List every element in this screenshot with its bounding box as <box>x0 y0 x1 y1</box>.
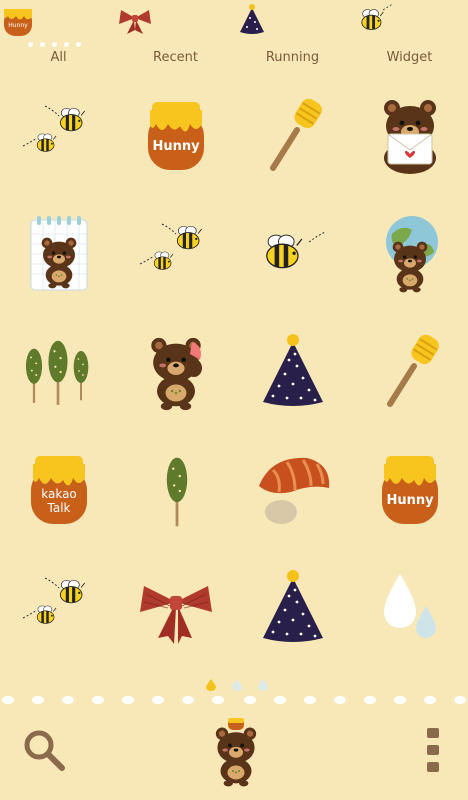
tab-label: Recent <box>153 50 198 65</box>
app-icon[interactable] <box>351 80 468 198</box>
app-icon[interactable] <box>117 552 234 670</box>
tab-all[interactable]: Hunny All <box>0 0 117 72</box>
bees-icon <box>17 566 101 650</box>
tab-label: Widget <box>386 50 433 65</box>
dock-divider <box>2 696 466 704</box>
honey-pot-icon: Hunny <box>134 94 218 178</box>
mushroom-icon <box>259 457 330 524</box>
app-icon[interactable] <box>0 198 117 316</box>
svg-text:kakao: kakao <box>41 487 77 501</box>
svg-text:Talk: Talk <box>47 501 71 515</box>
honey-dipper-icon <box>251 94 335 178</box>
dock <box>0 708 468 800</box>
tree-icon <box>165 456 189 528</box>
bee-icon <box>266 231 326 269</box>
app-icon[interactable] <box>234 198 351 316</box>
app-icon[interactable]: Hunny <box>351 434 468 552</box>
water-drops-icon <box>368 566 452 650</box>
tab-label: All <box>50 50 67 65</box>
app-icon[interactable] <box>0 80 117 198</box>
tab-running[interactable]: Running <box>234 0 351 72</box>
tab-all-dots <box>28 32 88 51</box>
ribbon-icon <box>119 10 151 34</box>
kakao-honey-pot-icon: kakao Talk <box>17 448 101 532</box>
app-icon[interactable]: kakao Talk <box>0 434 117 552</box>
svg-text:Hunny: Hunny <box>152 139 200 154</box>
party-hat-icon <box>240 4 264 34</box>
bees-icon <box>134 212 218 296</box>
bear-phone-icon <box>134 330 202 414</box>
bees-icon <box>17 94 101 178</box>
party-hat-icon <box>251 330 335 414</box>
svg-text:Hunny: Hunny <box>8 22 28 29</box>
app-icon[interactable] <box>117 434 234 552</box>
app-icon[interactable] <box>234 552 351 670</box>
page-dot-active[interactable] <box>206 676 216 691</box>
app-icon[interactable] <box>351 198 468 316</box>
app-icon[interactable] <box>234 434 351 552</box>
category-tabs: Hunny All Recent Running Widget <box>0 0 468 72</box>
page-dot[interactable] <box>232 676 243 691</box>
app-icon[interactable] <box>117 198 234 316</box>
bear-home-icon[interactable] <box>206 718 266 788</box>
app-icon[interactable] <box>234 316 351 434</box>
app-icon[interactable]: Hunny <box>117 80 234 198</box>
app-icon[interactable] <box>117 316 234 434</box>
tab-recent[interactable]: Recent <box>117 0 234 72</box>
bear-globe-icon <box>386 216 438 296</box>
search-icon[interactable] <box>22 728 66 772</box>
tab-widget[interactable]: Widget <box>351 0 468 72</box>
page-dot[interactable] <box>258 676 269 691</box>
bear-notepad-icon <box>30 216 88 291</box>
app-icon[interactable] <box>234 80 351 198</box>
bee-icon <box>361 3 394 31</box>
bear-letter-icon <box>384 100 436 174</box>
honey-dipper-icon <box>368 330 452 414</box>
party-hat-icon <box>251 566 335 650</box>
app-icon[interactable] <box>351 552 468 670</box>
ribbon-icon <box>134 566 218 650</box>
menu-icon[interactable] <box>426 726 440 774</box>
app-icon[interactable] <box>0 552 117 670</box>
app-icon[interactable] <box>0 316 117 434</box>
trees-icon <box>24 339 90 407</box>
tab-label: Running <box>265 50 320 65</box>
svg-text:Hunny: Hunny <box>386 493 434 508</box>
honey-pot-icon: Hunny <box>368 448 452 532</box>
app-icon[interactable] <box>351 316 468 434</box>
